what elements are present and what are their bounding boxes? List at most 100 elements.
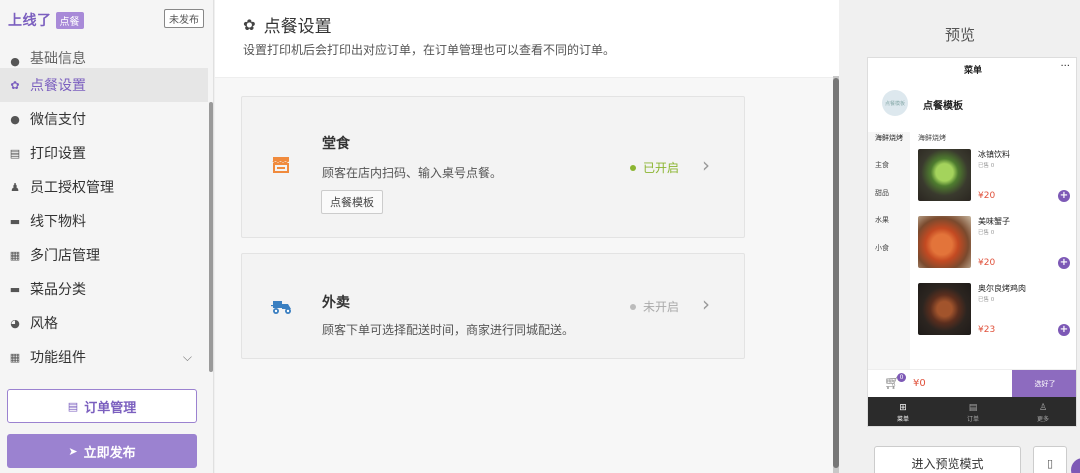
phone-preview: 菜单 ··· 点餐模板 点餐模板 海鲜烧烤 主食 甜品 水果 小食 海鲜烧烤 冰… [867,57,1077,427]
page-description: 设置打印机后会打印出对应订单，在订单管理也可以查看不同的订单。 [243,43,616,57]
status-disabled: 未开启 [630,298,679,315]
dish-sold: 已售 0 [978,163,995,169]
sidebar-item-label: 基础信息 [30,51,86,67]
checkout-button[interactable]: 选好了 [1012,370,1076,398]
brand-logo[interactable]: 上线了 点餐 [8,10,84,30]
sidebar-item-basic-info[interactable]: ● 基础信息 [0,46,208,68]
sidebar-item-label: 多门店管理 [30,248,100,264]
dish-item[interactable]: 冰镇饮料 已售 0 ¥20 + [916,149,1076,207]
user-add-icon: ♟ [10,180,20,194]
status-text: 已开启 [643,161,680,175]
person-icon: ♙ [1038,402,1048,413]
document-icon: ▤ [67,399,79,413]
cart-amount: ¥0 [913,378,926,389]
floating-action-button[interactable] [1071,458,1080,473]
chevron-down-icon[interactable]: ⌵ [183,350,192,365]
tab-label: 更多 [1036,415,1049,423]
storefront-icon [270,153,292,180]
sidebar-item-dish-category[interactable]: ▬ 菜品分类 [0,272,208,306]
sidebar-item-print-settings[interactable]: ▤ 打印设置 [0,136,208,170]
status-enabled: 已开启 [630,159,679,176]
card-title: 外卖 [322,295,350,311]
publish-label: 立即发布 [83,445,136,461]
sidebar-item-label: 线下物料 [30,214,86,230]
category-item[interactable]: 小食 [875,243,889,253]
dish-sold: 已售 0 [978,297,995,303]
status-dot [630,164,636,171]
delivery-scooter-icon [270,295,294,322]
dish-price: ¥20 [978,258,996,268]
tab-menu[interactable]: ⊞ 菜单 [868,397,938,426]
card-description: 顾客下单可选择配送时间，商家进行同城配送。 [322,323,575,337]
sidebar-item-offline-materials[interactable]: ▬ 线下物料 [0,204,208,238]
sidebar-item-label: 菜品分类 [30,282,86,298]
sidebar-scrollbar[interactable] [209,102,213,372]
preview-mode-button[interactable]: 进入预览模式 [874,446,1021,473]
store-logo: 点餐模板 [882,90,908,116]
gear-icon: ✿ [10,78,20,92]
publish-button[interactable]: ➤ 立即发布 [7,434,197,468]
send-icon: ➤ [68,444,78,458]
unpublished-badge: 未发布 [164,9,204,28]
category-item[interactable]: 海鲜烧烤 [875,133,903,143]
sidebar-item-style[interactable]: ◕ 风格 [0,306,208,340]
sidebar-item-staff-auth[interactable]: ♟ 员工授权管理 [0,170,208,204]
sidebar-item-label: 点餐设置 [30,78,86,94]
sidebar-item-wechat-pay[interactable]: ● 微信支付 [0,102,208,136]
status-text: 未开启 [643,300,680,314]
sidebar-item-label: 功能组件 [30,350,86,366]
add-icon[interactable]: + [1058,257,1070,269]
tab-orders[interactable]: ▤ 订单 [938,397,1008,426]
scrollbar-thumb[interactable] [833,78,839,468]
cart-bar: 🛒︎ 0 ¥0 选好了 [868,369,1076,398]
folder-icon: ▬ [9,282,21,296]
card-title: 堂食 [322,136,350,152]
category-item[interactable]: 主食 [875,160,889,170]
dish-image [918,283,971,335]
phone-tabbar: ⊞ 菜单 ▤ 订单 ♙ 更多 [868,397,1076,426]
dish-item[interactable]: 奥尔良烤鸡肉 已售 0 ¥23 + [916,283,1076,341]
category-list: 海鲜烧烤 主食 甜品 水果 小食 [868,132,910,372]
box-icon: ▬ [9,214,21,228]
sidebar-item-label: 员工授权管理 [30,180,114,196]
page-header: ✿ 点餐设置 设置打印机后会打印出对应订单，在订单管理也可以查看不同的订单。 [215,0,839,76]
dine-in-card[interactable]: 堂食 顾客在店内扫码、输入桌号点餐。 点餐模板 已开启 › [241,96,745,238]
main-scrollbar[interactable] [833,76,839,473]
cart-count-badge: 0 [897,373,906,382]
add-icon[interactable]: + [1058,324,1070,336]
tab-more[interactable]: ♙ 更多 [1008,397,1076,426]
dish-image [918,149,971,201]
info-icon: ● [10,54,20,68]
status-dot [630,303,636,310]
dish-price: ¥20 [978,191,996,201]
category-item[interactable]: 水果 [875,215,889,225]
menu-grid-icon: ⊞ [899,402,907,413]
tab-label: 订单 [966,415,979,423]
brand-name: 上线了 [8,13,52,29]
sidebar-item-multi-store[interactable]: ▦ 多门店管理 [0,238,208,272]
printer-icon: ▤ [9,146,21,160]
dish-name: 冰镇饮料 [978,150,1010,159]
chevron-right-icon[interactable]: › [702,153,710,177]
add-icon[interactable]: + [1058,190,1070,202]
sidebar-item-order-settings[interactable]: ✿ 点餐设置 [0,68,208,102]
gear-icon: ✿ [243,15,256,34]
delivery-card[interactable]: 外卖 顾客下单可选择配送时间，商家进行同城配送。 未开启 › [241,253,745,359]
mobile-preview-button[interactable]: ▯ [1033,446,1067,473]
store-icon: ▦ [9,248,21,262]
order-template-button[interactable]: 点餐模板 [321,190,383,214]
dish-sold: 已售 0 [978,230,995,236]
dish-name: 美味蟹子 [978,217,1010,226]
dish-price: ¥23 [978,325,996,335]
category-item[interactable]: 甜品 [875,188,889,198]
chevron-right-icon[interactable]: › [702,292,710,316]
dish-item[interactable]: 美味蟹子 已售 0 ¥20 + [916,216,1076,274]
sidebar-item-components[interactable]: ▦ 功能组件 ⌵ [0,340,208,374]
phone-icon: ▯ [1046,456,1054,470]
sidebar-item-label: 风格 [30,316,58,332]
section-title: 海鲜烧烤 [918,134,946,142]
settings-content: 堂食 顾客在店内扫码、输入桌号点餐。 点餐模板 已开启 › 外卖 顾客下单可选择… [215,77,839,473]
sidebar-item-label: 打印设置 [30,146,86,162]
order-management-button[interactable]: ▤ 订单管理 [7,389,197,423]
wechat-pay-icon: ● [10,112,20,126]
